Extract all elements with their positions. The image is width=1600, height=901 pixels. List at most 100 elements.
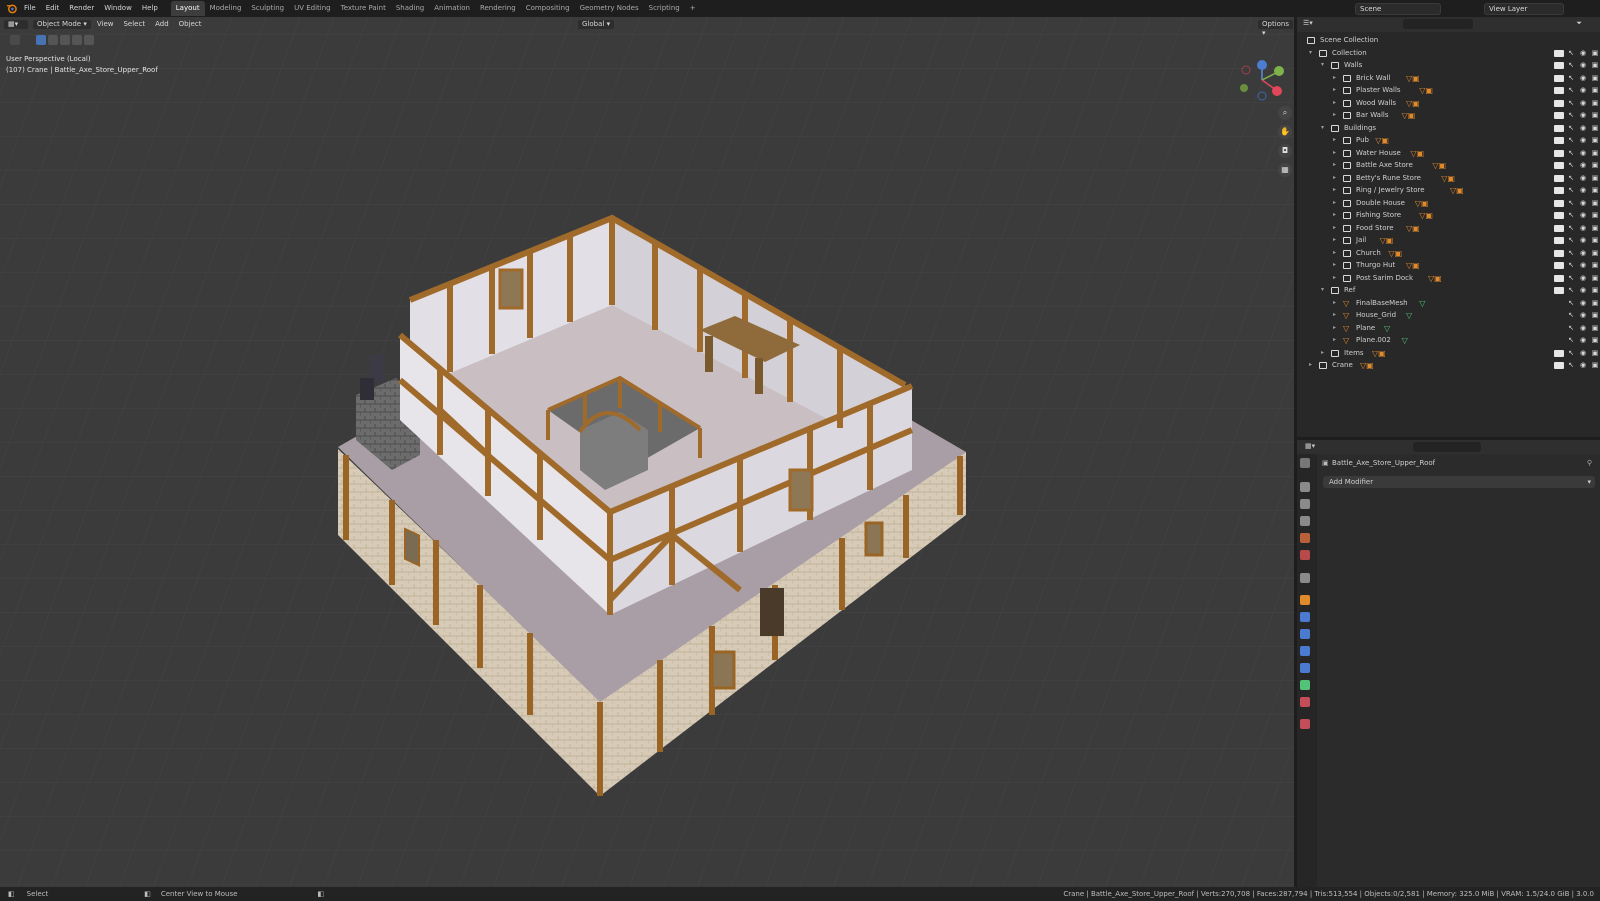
select-extend-icon[interactable] [48, 35, 58, 45]
constraints-tab-icon[interactable] [1300, 663, 1310, 673]
chevron-right-icon[interactable]: ▸ [1309, 359, 1312, 372]
view-layer-field[interactable]: View Layer [1484, 2, 1564, 15]
outliner-object-row[interactable]: ▸ ▽ Plane.002 ▽ ↖ ◉ ▣ [1297, 334, 1600, 347]
tab-animation[interactable]: Animation [429, 1, 475, 16]
outliner-collection-row[interactable]: ▸ Plaster Walls ▽▣ ↖ ◉ ▣ [1297, 84, 1600, 97]
search-icon[interactable] [1413, 442, 1481, 452]
camera-icon[interactable]: ◘ [1278, 144, 1292, 158]
camera-render-icon[interactable]: ▣ [1590, 309, 1600, 322]
outliner-collection-row[interactable]: ▾ Buildings ↖ ◉ ▣ [1297, 122, 1600, 135]
chevron-right-icon[interactable]: ▸ [1333, 234, 1336, 247]
camera-render-icon[interactable]: ▣ [1590, 334, 1600, 347]
hand-icon[interactable]: ✋ [1278, 125, 1292, 139]
outliner-collection-row[interactable]: ▸ Items ▽▣ ↖ ◉ ▣ [1297, 347, 1600, 360]
viewport-menu-add[interactable]: Add [150, 20, 174, 28]
selectable-icon[interactable]: ↖ [1566, 322, 1576, 335]
eye-icon[interactable]: ◉ [1578, 334, 1588, 347]
tab-geometry-nodes[interactable]: Geometry Nodes [575, 1, 644, 16]
outliner-collection-row[interactable]: ▸ Pub ▽▣ ↖ ◉ ▣ [1297, 134, 1600, 147]
chevron-down-icon[interactable]: ▾ [1321, 122, 1324, 135]
axis-y-icon[interactable] [1274, 66, 1284, 76]
output-tab-icon[interactable] [1300, 499, 1310, 509]
tab-modeling[interactable]: Modeling [205, 1, 247, 16]
chevron-right-icon[interactable]: ▸ [1333, 84, 1336, 97]
chevron-down-icon[interactable]: ▾ [1321, 59, 1324, 72]
transform-orientation[interactable]: Global ▾ [577, 18, 616, 30]
axis-neg-y-icon[interactable] [1240, 84, 1248, 92]
chevron-right-icon[interactable]: ▸ [1333, 259, 1336, 272]
viewport-menu-view[interactable]: View [92, 20, 119, 28]
chevron-right-icon[interactable]: ▸ [1333, 134, 1336, 147]
outliner-collection-row[interactable]: ▸ Betty's Rune Store ▽▣ ↖ ◉ ▣ [1297, 172, 1600, 185]
pin-icon[interactable]: ⚲ [1587, 456, 1592, 470]
wrench-icon[interactable] [1300, 612, 1310, 622]
chevron-right-icon[interactable]: ▸ [1333, 147, 1336, 160]
chevron-right-icon[interactable]: ▸ [1333, 172, 1336, 185]
navigation-gizmo[interactable] [1238, 58, 1286, 104]
chevron-down-icon[interactable]: ▾ [1309, 47, 1312, 60]
menu-edit[interactable]: Edit [41, 4, 65, 12]
scene-tab-icon[interactable] [1300, 533, 1310, 543]
outliner-collection-row[interactable]: ▸ Post Sarim Dock ▽▣ ↖ ◉ ▣ [1297, 272, 1600, 285]
tab-texture-paint[interactable]: Texture Paint [336, 1, 391, 16]
outliner-collection-row[interactable]: ▸ Battle Axe Store ▽▣ ↖ ◉ ▣ [1297, 159, 1600, 172]
outliner-collection-row[interactable]: ▸ Bar Walls ▽▣ ↖ ◉ ▣ [1297, 109, 1600, 122]
menu-window[interactable]: Window [99, 4, 137, 12]
tool-tab-icon[interactable] [1300, 458, 1310, 468]
axis-z-icon[interactable] [1257, 60, 1267, 70]
material-tab-icon[interactable] [1300, 697, 1310, 707]
chevron-right-icon[interactable]: ▸ [1333, 159, 1336, 172]
selectable-icon[interactable]: ↖ [1566, 359, 1576, 374]
outliner-collection-row[interactable]: ▸ Double House ▽▣ ↖ ◉ ▣ [1297, 197, 1600, 210]
eye-icon[interactable]: ◉ [1578, 297, 1588, 310]
eye-icon[interactable]: ◉ [1578, 322, 1588, 335]
select-subtract-icon[interactable] [60, 35, 70, 45]
outliner-collection-row[interactable]: ▸ Fishing Store ▽▣ ↖ ◉ ▣ [1297, 209, 1600, 222]
tab-sculpting[interactable]: Sculpting [246, 1, 289, 16]
outliner-collection-row[interactable]: ▸ Wood Walls ▽▣ ↖ ◉ ▣ [1297, 97, 1600, 110]
checkbox-icon[interactable] [1554, 359, 1564, 374]
chevron-right-icon[interactable]: ▸ [1333, 247, 1336, 260]
outliner-collection-row[interactable]: ▾ Collection ↖ ◉ ▣ [1297, 47, 1600, 60]
options-button[interactable]: Options ▾ [1257, 18, 1295, 37]
outliner-collection-row[interactable]: ▸ Thurgo Hut ▽▣ ↖ ◉ ▣ [1297, 259, 1600, 272]
outliner-collection-row[interactable]: Scene Collection [1297, 34, 1600, 47]
menu-render[interactable]: Render [64, 4, 99, 12]
3d-viewport[interactable] [0, 17, 1294, 887]
chevron-right-icon[interactable]: ▸ [1333, 272, 1336, 285]
tab-shading[interactable]: Shading [391, 1, 429, 16]
outliner-collection-row[interactable]: ▸ Church ▽▣ ↖ ◉ ▣ [1297, 247, 1600, 260]
menu-file[interactable]: File [19, 4, 41, 12]
eye-icon[interactable]: ◉ [1578, 309, 1588, 322]
view-layer-tab-icon[interactable] [1300, 516, 1310, 526]
outliner-collection-row[interactable]: ▾ Ref ↖ ◉ ▣ [1297, 284, 1600, 297]
scene-field[interactable]: Scene [1355, 2, 1441, 15]
select-box-icon[interactable] [36, 35, 46, 45]
search-icon[interactable] [1403, 19, 1473, 29]
chevron-right-icon[interactable]: ▸ [1333, 309, 1336, 322]
chevron-right-icon[interactable]: ▸ [1321, 347, 1324, 360]
chevron-right-icon[interactable]: ▸ [1333, 322, 1336, 335]
chevron-right-icon[interactable]: ▸ [1333, 109, 1336, 122]
properties-editor[interactable]: ▦▾ ▣ Battle_Axe_Store_Upper_Roof ⚲ Add M… [1297, 440, 1600, 887]
chevron-down-icon[interactable]: ▾ [1321, 284, 1324, 297]
texture-tab-icon[interactable] [1300, 719, 1310, 729]
physics-tab-icon[interactable] [1300, 646, 1310, 656]
viewport-menu-object[interactable]: Object [174, 20, 207, 28]
chevron-right-icon[interactable]: ▸ [1333, 334, 1336, 347]
filter-icon[interactable]: ⏷ [1576, 19, 1582, 28]
viewport-scene[interactable] [0, 17, 1294, 887]
blender-logo-icon[interactable] [3, 0, 19, 17]
selectable-icon[interactable]: ↖ [1566, 297, 1576, 310]
outliner-collection-row[interactable]: ▸ Food Store ▽▣ ↖ ◉ ▣ [1297, 222, 1600, 235]
particles-tab-icon[interactable] [1300, 629, 1310, 639]
tab--[interactable]: + [685, 1, 701, 16]
outliner-collection-row[interactable]: ▸ Jail ▽▣ ↖ ◉ ▣ [1297, 234, 1600, 247]
selectable-icon[interactable]: ↖ [1566, 309, 1576, 322]
chevron-right-icon[interactable]: ▸ [1333, 222, 1336, 235]
properties-editor-icon[interactable]: ▦▾ [1305, 442, 1315, 450]
add-modifier-dropdown[interactable]: Add Modifier ▾ [1323, 476, 1595, 488]
scene-selector[interactable]: Scene [1355, 0, 1441, 17]
outliner-object-row[interactable]: ▸ ▽ FinalBaseMesh ▽ ↖ ◉ ▣ [1297, 297, 1600, 310]
outliner-object-row[interactable]: ▸ ▽ House_Grid ▽ ↖ ◉ ▣ [1297, 309, 1600, 322]
